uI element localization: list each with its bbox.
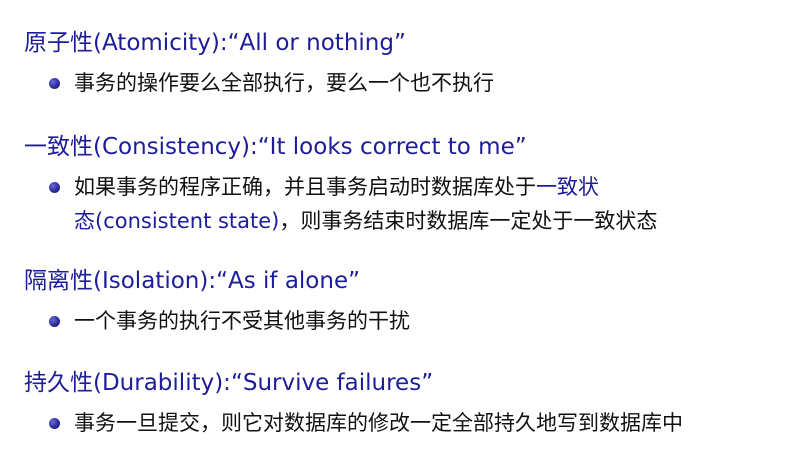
highlighted-term: 态(consistent state) xyxy=(74,209,280,233)
section-atomicity: 原子性(Atomicity):“All or nothing” 事务的操作要么全… xyxy=(24,28,494,100)
heading-tagline: “All or nothing” xyxy=(227,30,406,56)
bullet-text-line-2: 态(consistent state)，则事务结束时数据库一定处于一致状态 xyxy=(74,204,657,238)
section-durability: 持久性(Durability):“Survive failures” 事务一旦提… xyxy=(24,368,683,440)
bullet-item: 事务的操作要么全部执行，要么一个也不执行 xyxy=(24,66,494,100)
heading-tagline: “As if alone” xyxy=(216,268,361,294)
heading-atomicity: 原子性(Atomicity):“All or nothing” xyxy=(24,28,494,58)
heading-durability: 持久性(Durability):“Survive failures” xyxy=(24,368,683,398)
bullet-icon xyxy=(49,78,60,89)
bullet-text-line-1: 如果事务的程序正确，并且事务启动时数据库处于一致状 xyxy=(74,170,657,204)
section-consistency: 一致性(Consistency):“It looks correct to me… xyxy=(24,132,657,238)
heading-tagline: “It looks correct to me” xyxy=(257,134,527,160)
heading-consistency: 一致性(Consistency):“It looks correct to me… xyxy=(24,132,657,162)
heading-isolation: 隔离性(Isolation):“As if alone” xyxy=(24,266,410,296)
bullet-text: 如果事务的程序正确，并且事务启动时数据库处于 xyxy=(74,175,536,199)
bullet-icon xyxy=(49,418,60,429)
bullet-text: 事务的操作要么全部执行，要么一个也不执行 xyxy=(74,71,494,95)
heading-tagline: “Survive failures” xyxy=(230,370,434,396)
bullet-text: 事务一旦提交，则它对数据库的修改一定全部持久地写到数据库中 xyxy=(74,411,683,435)
bullet-item: 如果事务的程序正确，并且事务启动时数据库处于一致状 态(consistent s… xyxy=(24,170,657,238)
bullet-text: 一个事务的执行不受其他事务的干扰 xyxy=(74,309,410,333)
bullet-item: 一个事务的执行不受其他事务的干扰 xyxy=(24,304,410,338)
bullet-text: ，则事务结束时数据库一定处于一致状态 xyxy=(279,209,658,233)
highlighted-term: 一致状 xyxy=(536,175,599,199)
bullet-item: 事务一旦提交，则它对数据库的修改一定全部持久地写到数据库中 xyxy=(24,406,683,440)
section-isolation: 隔离性(Isolation):“As if alone” 一个事务的执行不受其他… xyxy=(24,266,410,338)
heading-title: 隔离性(Isolation): xyxy=(24,268,217,294)
bullet-icon xyxy=(49,316,60,327)
heading-title: 一致性(Consistency): xyxy=(24,134,258,160)
bullet-icon xyxy=(49,182,60,193)
heading-title: 原子性(Atomicity): xyxy=(24,30,228,56)
heading-title: 持久性(Durability): xyxy=(24,370,231,396)
